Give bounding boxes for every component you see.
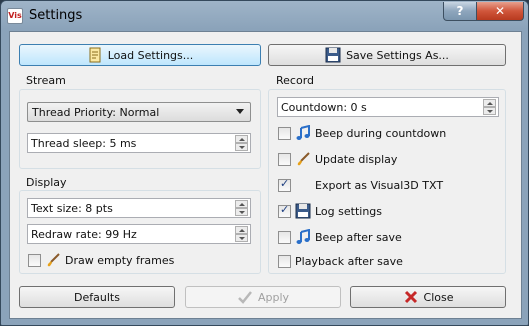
draw-empty-frames-label: Draw empty frames [65, 253, 175, 267]
save-settings-as-button[interactable]: Save Settings As... [268, 44, 506, 66]
load-settings-button[interactable]: Load Settings... [19, 44, 261, 66]
stream-heading: Stream [26, 74, 66, 87]
floppy-disk-icon [295, 203, 311, 219]
chevron-down-icon [236, 109, 244, 114]
thread-sleep-spinbox[interactable]: Thread sleep: 5 ms [27, 133, 251, 153]
title-bar[interactable]: Vis Settings ? ✕ [1, 1, 528, 31]
option-label: Beep during countdown [315, 126, 447, 140]
music-note-icon [296, 125, 310, 140]
thread-priority-value: Thread Priority: Normal [32, 105, 160, 119]
load-settings-label: Load Settings... [107, 48, 194, 62]
spinner-buttons[interactable] [235, 226, 248, 242]
beep-during-countdown-checkbox[interactable]: Beep during countdown [278, 124, 446, 142]
record-heading: Record [276, 74, 315, 87]
close-label: Close [423, 290, 454, 304]
option-label: Export as Visual3D TXT [315, 178, 444, 192]
checkbox[interactable] [278, 230, 291, 244]
save-settings-as-label: Save Settings As... [346, 48, 449, 62]
option-label: Playback after save [295, 254, 403, 268]
spinner-buttons[interactable] [483, 99, 496, 115]
paintbrush-icon [297, 152, 310, 166]
update-display-checkbox[interactable]: Update display [278, 150, 397, 168]
draw-empty-frames-checkbox[interactable]: Draw empty frames [28, 251, 174, 269]
defaults-label: Defaults [74, 290, 120, 304]
spinner-buttons[interactable] [235, 200, 248, 216]
floppy-disk-icon [325, 47, 341, 63]
checkbox[interactable] [278, 126, 291, 140]
text-size-value: Text size: 8 pts [31, 201, 113, 215]
checkmark-icon [238, 291, 252, 304]
checkbox[interactable] [278, 254, 291, 268]
display-heading: Display [26, 176, 67, 189]
help-button[interactable]: ? [443, 2, 477, 21]
apply-label: Apply [257, 290, 290, 304]
stream-group [19, 89, 261, 169]
dialog-body: Load Settings... Save Settings As... Str… [9, 31, 522, 319]
countdown-value: Countdown: 0 s [281, 100, 367, 114]
countdown-spinbox[interactable]: Countdown: 0 s [277, 97, 499, 117]
redraw-rate-value: Redraw rate: 99 Hz [31, 227, 137, 241]
close-button[interactable]: Close [350, 286, 506, 308]
option-label: Beep after save [315, 230, 402, 244]
window-title: Settings [29, 8, 83, 23]
thread-priority-select[interactable]: Thread Priority: Normal [27, 102, 251, 122]
window-close-button[interactable]: ✕ [476, 2, 524, 21]
option-label: Update display [315, 152, 398, 166]
thread-sleep-value: Thread sleep: 5 ms [31, 136, 137, 150]
checkbox[interactable] [28, 253, 41, 267]
log-settings-checkbox[interactable]: Log settings [278, 202, 382, 220]
option-label: Log settings [315, 204, 383, 218]
app-icon: Vis [7, 8, 23, 24]
text-size-spinbox[interactable]: Text size: 8 pts [27, 198, 251, 218]
red-x-icon [404, 290, 417, 304]
beep-after-save-checkbox[interactable]: Beep after save [278, 228, 402, 246]
music-note-icon [296, 229, 310, 244]
playback-after-save-checkbox[interactable]: Playback after save [278, 252, 403, 270]
checkbox[interactable] [278, 152, 291, 166]
checkbox[interactable] [278, 177, 291, 192]
settings-window: Vis Settings ? ✕ Load Settings... Save S… [0, 0, 529, 326]
export-visual3d-checkbox[interactable]: Export as Visual3D TXT [278, 176, 443, 194]
spinner-buttons[interactable] [235, 135, 248, 151]
apply-button[interactable]: Apply [185, 286, 341, 308]
paintbrush-icon [47, 253, 60, 267]
document-icon [89, 47, 101, 63]
defaults-button[interactable]: Defaults [19, 286, 175, 308]
redraw-rate-spinbox[interactable]: Redraw rate: 99 Hz [27, 224, 251, 244]
checkbox[interactable] [278, 203, 291, 218]
